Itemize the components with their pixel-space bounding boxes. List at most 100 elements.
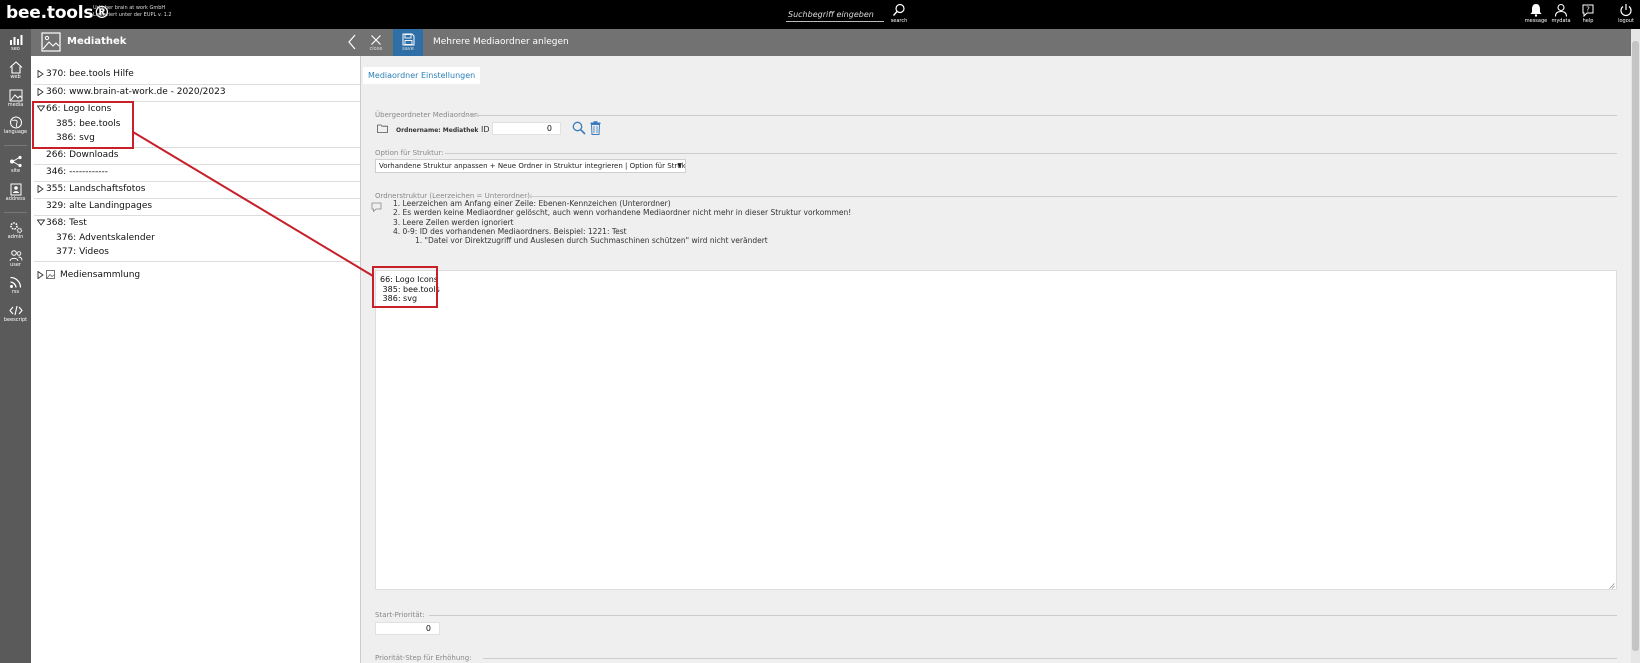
tab-mediaordner-einstellungen[interactable]: Mediaordner Einstellungen (363, 67, 481, 84)
hint-item: 2. Es werden keine Mediaordner gelöscht,… (393, 208, 852, 218)
code-icon (8, 305, 23, 316)
hint-sub-item: 1. "Datei vor Direktzugriff und Auslesen… (415, 236, 768, 246)
mydata-button[interactable]: mydata (1549, 3, 1573, 27)
editor-title: Mehrere Mediaordner anlegen (433, 37, 569, 47)
structure-option-select[interactable]: Vorhandene Struktur anpassen + Neue Ordn… (375, 159, 686, 173)
tree-item-label: 266: Downloads (46, 150, 119, 160)
tree-item-360[interactable]: 360: www.brain-at-work.de - 2020/2023 (34, 84, 360, 101)
start-priority-legend: Start-Priorität: (375, 611, 425, 619)
user-icon (1554, 3, 1568, 17)
users-icon (9, 250, 22, 262)
triangle-right-icon[interactable] (37, 70, 44, 78)
search-input[interactable] (786, 8, 884, 22)
folder-name-label: Ordnername: Mediathek (396, 127, 479, 134)
nav-label-rss: rss (11, 289, 20, 295)
close-button[interactable]: close (361, 29, 391, 56)
help-icon: ? (1582, 4, 1594, 17)
tree-panel-header: Mediathek (31, 29, 361, 56)
triangle-right-icon[interactable] (37, 271, 44, 279)
nav-item-site[interactable]: site (0, 153, 31, 179)
structure-option-legend: Option für Struktur: (375, 149, 444, 157)
scrollbar-thumb[interactable] (1632, 41, 1639, 651)
legend-rule (483, 658, 1617, 659)
nav-item-address[interactable]: address (0, 181, 31, 207)
legend-rule (461, 115, 1617, 116)
chevron-left-icon (348, 34, 356, 50)
sitemap-icon (9, 155, 22, 168)
legend-rule (527, 196, 1617, 197)
structure-hints: 1. Leerzeichen am Anfang einer Zeile: Eb… (381, 199, 851, 245)
home-icon (9, 61, 22, 74)
folder-icon (377, 124, 388, 133)
mydata-label: mydata (1551, 18, 1571, 24)
nav-label-address: address (5, 196, 26, 202)
nav-item-rss[interactable]: rss (0, 274, 31, 300)
help-button[interactable]: ? help (1576, 3, 1600, 27)
nav-item-seo[interactable]: seo (0, 31, 31, 57)
gears-icon (9, 222, 22, 234)
tree-item-label: 385: bee.tools (56, 119, 121, 129)
image-icon (46, 270, 55, 279)
collapse-panel-button[interactable] (345, 33, 359, 51)
nav-divider (4, 212, 27, 213)
tree-item-266[interactable]: 266: Downloads (34, 147, 360, 164)
hint-item: 3. Leere Zeilen werden ignoriert (393, 217, 514, 227)
top-bar: bee.tools® Urheber brain at work GmbH Li… (0, 0, 1640, 29)
hint-item: 4. 0-9: ID des vorhandenen Mediaordners.… (393, 226, 627, 236)
tree-item-label: 360: www.brain-at-work.de - 2020/2023 (46, 87, 226, 97)
save-button[interactable]: save (393, 29, 423, 56)
message-label: message (1524, 18, 1548, 24)
address-icon (10, 183, 21, 196)
trash-icon[interactable] (590, 121, 601, 135)
tree-panel-title: Mediathek (67, 36, 127, 47)
tree-item-329[interactable]: 329: alte Landingpages (34, 198, 360, 215)
tree-item-346[interactable]: 346: ------------ (34, 164, 360, 181)
bar-chart-icon (9, 35, 22, 45)
page-scrollbar[interactable] (1631, 29, 1640, 663)
nav-item-beescript[interactable]: beescript (0, 302, 31, 328)
message-button[interactable]: message (1524, 3, 1548, 27)
tree-item-370[interactable]: 370: bee.tools Hilfe (34, 66, 360, 83)
brand-subtitle: Urheber brain at work GmbH Lizenziert un… (93, 5, 172, 19)
nav-label-admin: admin (7, 234, 24, 240)
tree-item-mediensammlung[interactable]: Mediensammlung (34, 267, 360, 284)
nav-item-user[interactable]: user (0, 247, 31, 273)
media-tree-panel: Mediathek 370: bee.tools Hilfe 360: www.… (31, 29, 361, 663)
triangle-down-icon[interactable] (37, 219, 45, 226)
resize-grip-icon[interactable] (1609, 583, 1615, 589)
brand-author: Urheber brain at work GmbH (93, 5, 166, 11)
nav-item-media[interactable]: media (0, 87, 31, 113)
id-label: ID (481, 125, 490, 134)
tree-item-355[interactable]: 355: Landschaftsfotos (34, 181, 360, 198)
tree-item-377[interactable]: 377: Videos (34, 244, 360, 261)
nav-divider (4, 145, 27, 146)
structure-textarea[interactable]: 66: Logo Icons 385: bee.tools 386: svg (375, 270, 1617, 590)
nav-item-web[interactable]: web (0, 59, 31, 85)
globe-icon (9, 116, 22, 129)
parent-id-input[interactable]: 0 (492, 122, 561, 135)
logout-button[interactable]: logout (1614, 3, 1638, 27)
floppy-disk-icon (402, 33, 414, 46)
editor-body: Mediaordner Einstellungen Übergeordneter… (361, 56, 1631, 663)
image-icon (41, 32, 61, 52)
close-icon (371, 35, 381, 45)
triangle-down-icon[interactable] (37, 105, 45, 112)
triangle-right-icon[interactable] (37, 88, 44, 96)
search-button[interactable]: search (887, 3, 911, 27)
tree-item-label: 386: svg (56, 133, 95, 143)
nav-item-language[interactable]: language (0, 114, 31, 140)
nav-label-language: language (3, 129, 28, 135)
help-label: help (1582, 18, 1594, 24)
nav-label-seo: seo (11, 46, 20, 52)
logout-label: logout (1618, 18, 1634, 24)
image-icon (9, 89, 22, 102)
search-icon (892, 3, 905, 16)
triangle-right-icon[interactable] (37, 185, 44, 193)
legend-rule (445, 153, 1617, 154)
tree-item-label: 370: bee.tools Hilfe (46, 69, 134, 79)
start-priority-input[interactable]: 0 (375, 622, 440, 635)
tree-item-386[interactable]: 386: svg (34, 130, 360, 147)
tree-item-label: 346: ------------ (46, 167, 109, 177)
nav-item-admin[interactable]: admin (0, 219, 31, 245)
search-icon[interactable] (572, 121, 586, 135)
